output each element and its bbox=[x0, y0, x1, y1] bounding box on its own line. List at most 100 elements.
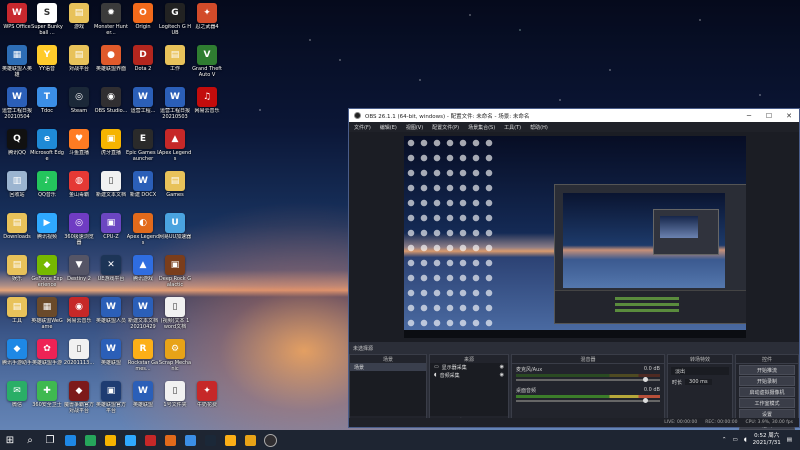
desktop-icon[interactable]: W 运营工程日报 20210503 bbox=[158, 87, 192, 120]
desktop-icon[interactable]: ▣ 虎牙直播 bbox=[94, 129, 128, 156]
start-virtual-camera-button[interactable]: 启动虚拟摄像机 bbox=[739, 387, 795, 397]
menu-view[interactable]: 视图(V) bbox=[406, 124, 423, 131]
desktop-icon[interactable]: ✦ 牛奶花费 bbox=[190, 381, 224, 408]
taskbar-app-icon[interactable] bbox=[60, 430, 80, 450]
task-view-icon[interactable]: ❐ bbox=[40, 430, 60, 450]
desktop-icon[interactable]: G Logitech G HUB bbox=[158, 3, 192, 36]
studio-mode-button[interactable]: 工作室模式 bbox=[739, 398, 795, 408]
visibility-eye-icon[interactable]: ◉ bbox=[500, 364, 508, 370]
taskbar-app-icon[interactable] bbox=[180, 430, 200, 450]
desktop-icon[interactable]: ◐ Apex Legends bbox=[126, 213, 160, 246]
desktop-icon[interactable]: ▲ 腾讯游戏 bbox=[126, 255, 160, 282]
minimize-icon[interactable]: ─ bbox=[739, 112, 759, 120]
volume-slider[interactable] bbox=[516, 398, 660, 403]
desktop-icon[interactable]: T Tdoc bbox=[30, 87, 64, 114]
desktop-icon[interactable]: ▯ 1号文件夹 bbox=[158, 381, 192, 408]
obs-titlebar[interactable]: OBS 26.1.1 (64-bit, windows) - 配置文件: 未命名… bbox=[349, 109, 799, 122]
start-windows-icon[interactable]: ⊞ bbox=[0, 430, 20, 450]
desktop-icon[interactable]: ▤ 游戏 bbox=[62, 3, 96, 30]
desktop-icon[interactable]: W 新建文本文档 20210429 bbox=[126, 297, 160, 330]
taskbar-app-icon[interactable] bbox=[140, 430, 160, 450]
desktop-icon[interactable]: e Microsoft Edge bbox=[30, 129, 64, 162]
desktop-icon[interactable]: ◎ Steam bbox=[62, 87, 96, 114]
desktop-icon[interactable]: ♫ 网易云音乐 bbox=[190, 87, 224, 114]
network-icon[interactable]: ▭ bbox=[732, 437, 737, 443]
menu-scene-collection[interactable]: 场景集合(S) bbox=[468, 124, 495, 131]
desktop-icon[interactable]: S Super Bunkyball ... bbox=[30, 3, 64, 36]
obs-window[interactable]: OBS 26.1.1 (64-bit, windows) - 配置文件: 未命名… bbox=[348, 108, 800, 430]
desktop-icon[interactable]: ◍ 金山毒霸 bbox=[62, 171, 96, 198]
desktop-icon[interactable]: ▤ Games bbox=[158, 171, 192, 198]
desktop-icon[interactable]: E Epic Games Launcher bbox=[126, 129, 160, 162]
desktop-icon[interactable]: W 英雄联盟 bbox=[126, 381, 160, 408]
menu-edit[interactable]: 编辑(E) bbox=[380, 124, 397, 131]
desktop-icon[interactable]: ▤ 工具 bbox=[0, 297, 34, 324]
desktop-icon[interactable]: ▤ 对战平台 bbox=[62, 45, 96, 72]
taskbar-app-icon[interactable] bbox=[80, 430, 100, 450]
close-icon[interactable]: ✕ bbox=[779, 112, 799, 120]
taskbar-app-icon[interactable] bbox=[100, 430, 120, 450]
taskbar-app-icon[interactable] bbox=[120, 430, 140, 450]
desktop-icon[interactable]: W 运营工程日报 20210504 bbox=[0, 87, 34, 120]
transition-select[interactable]: 淡出 bbox=[671, 367, 729, 375]
desktop-icon[interactable]: ✿ 英雄联盟手游 bbox=[30, 339, 64, 366]
desktop-icon[interactable]: ▦ 英雄联盟人英雄 bbox=[0, 45, 34, 78]
menu-file[interactable]: 文件(F) bbox=[354, 124, 371, 131]
desktop-icon[interactable]: ✦ 忍之武器4 bbox=[190, 3, 224, 30]
search-icon[interactable]: ⌕ bbox=[20, 430, 40, 450]
desktop-icon[interactable]: ▯ 20201113... bbox=[62, 339, 96, 366]
desktop-icon[interactable]: ⚙ Scrap Mechanic bbox=[158, 339, 192, 372]
duration-input[interactable]: 300 ms bbox=[685, 379, 712, 385]
start-streaming-button[interactable]: 开始推流 bbox=[739, 365, 795, 375]
visibility-eye-icon[interactable]: ◉ bbox=[500, 372, 508, 378]
maximize-icon[interactable]: ☐ bbox=[759, 112, 779, 120]
desktop-icon[interactable]: ▼ Destiny 2 bbox=[62, 255, 96, 282]
desktop-icon[interactable]: ▤ 娱乐 bbox=[0, 255, 34, 282]
desktop-icon[interactable]: ✉ 微信 bbox=[0, 381, 34, 408]
desktop-icon[interactable]: ♪ QQ音乐 bbox=[30, 171, 64, 198]
start-recording-button[interactable]: 开始录制 bbox=[739, 376, 795, 386]
desktop-icon[interactable]: O Origin bbox=[126, 3, 160, 30]
taskbar-app-icon[interactable] bbox=[260, 430, 280, 450]
preview-canvas[interactable] bbox=[349, 132, 799, 342]
desktop-icon[interactable]: W WPS Office bbox=[0, 3, 34, 30]
desktop-icon[interactable]: U 网易UU加速器 bbox=[158, 213, 192, 240]
menu-tools[interactable]: 工具(T) bbox=[504, 124, 521, 131]
desktop-icon[interactable]: ◆ 魔兽争霸官方对战平台 bbox=[62, 381, 96, 414]
desktop-icon[interactable]: W 英雄联盟人员 bbox=[94, 297, 128, 324]
desktop-icon[interactable]: ▥ 回收站 bbox=[0, 171, 34, 198]
desktop-icon[interactable]: ♥ 斗鱼直播 bbox=[62, 129, 96, 156]
taskbar-app-icon[interactable] bbox=[240, 430, 260, 450]
menu-help[interactable]: 帮助(H) bbox=[530, 124, 548, 131]
desktop-icon[interactable]: V Grand Theft Auto V bbox=[190, 45, 224, 78]
menu-profile[interactable]: 配置文件(P) bbox=[432, 124, 459, 131]
desktop-icon[interactable]: ▯ 新建文本文档 bbox=[94, 171, 128, 198]
desktop-icon[interactable]: ✕ UE游戏平台 bbox=[94, 255, 128, 282]
taskbar-app-icon[interactable] bbox=[220, 430, 240, 450]
desktop-icon[interactable]: W 运营工程... bbox=[126, 87, 160, 114]
desktop-icon[interactable]: ▤ Downloads bbox=[0, 213, 34, 240]
source-item[interactable]: ◖ 音频采集 ◉ bbox=[430, 371, 508, 379]
desktop-icon[interactable]: ▶ 腾讯视频 bbox=[30, 213, 64, 240]
volume-icon[interactable]: ◖ bbox=[744, 437, 747, 443]
desktop-icon[interactable]: ◆ GeForce Experience bbox=[30, 255, 64, 288]
desktop-icon[interactable]: W 新建 DOCX bbox=[126, 171, 160, 198]
desktop-icon[interactable]: ✹ Monster Hunter... bbox=[94, 3, 128, 36]
desktop-icon[interactable]: Y YY语音 bbox=[30, 45, 64, 72]
desktop-icon[interactable]: ◎ 360极速浏览器 bbox=[62, 213, 96, 246]
taskbar-app-icon[interactable] bbox=[160, 430, 180, 450]
desktop-icon[interactable]: ✚ 360安全卫士 bbox=[30, 381, 64, 408]
desktop-icon[interactable]: ◉ OBS Studio... bbox=[94, 87, 128, 114]
desktop-icon[interactable]: ▤ 工作 bbox=[158, 45, 192, 72]
desktop-icon[interactable]: ▣ CPU-Z bbox=[94, 213, 128, 240]
desktop-icon[interactable]: Q 腾讯QQ bbox=[0, 129, 34, 156]
notification-icon[interactable]: ▤ bbox=[787, 437, 792, 443]
desktop-icon[interactable]: ▣ Deep Rock Galactic bbox=[158, 255, 192, 288]
source-item[interactable]: ▭ 显示器采集 ◉ bbox=[430, 363, 508, 371]
desktop-icon[interactable]: R Rockstar Games... bbox=[126, 339, 160, 372]
desktop-icon[interactable]: D Dota 2 bbox=[126, 45, 160, 72]
desktop-icon[interactable]: ● 英雄联盟界面 bbox=[94, 45, 128, 72]
desktop-icon[interactable]: W 英雄联盟 bbox=[94, 339, 128, 366]
desktop-icon[interactable]: ▦ 英雄联盟WeGame bbox=[30, 297, 64, 330]
volume-slider[interactable] bbox=[516, 377, 660, 382]
